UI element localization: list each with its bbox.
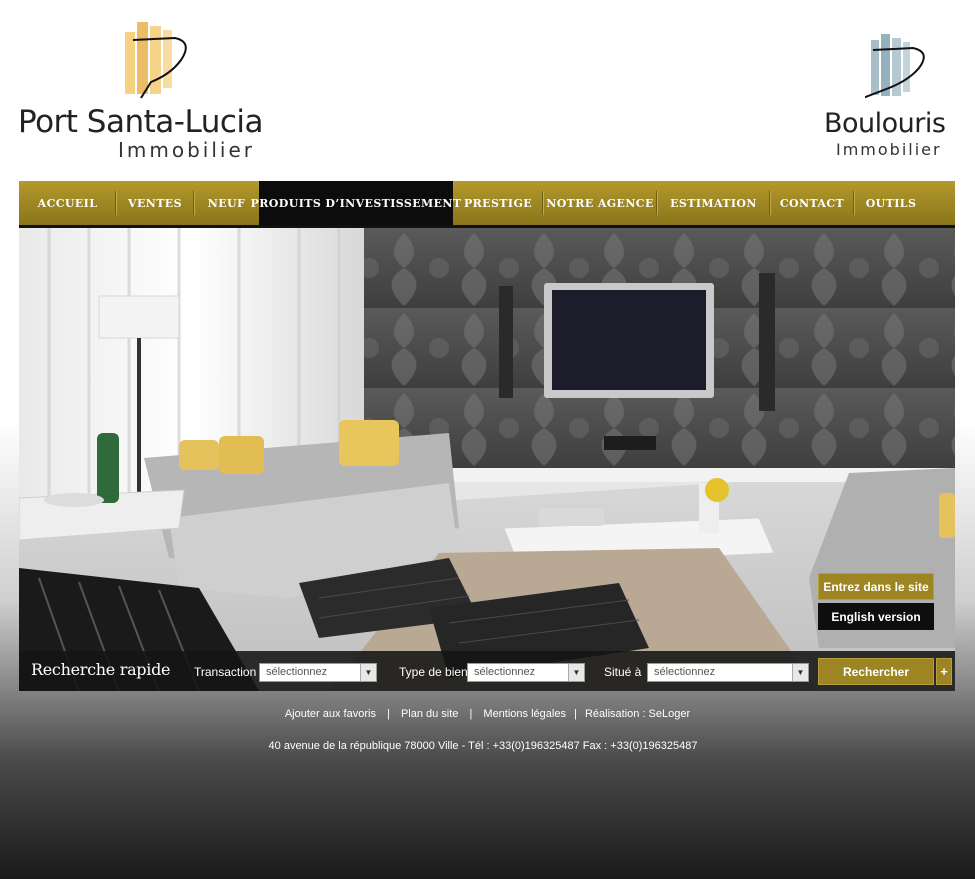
logo-bars-icon [125, 22, 187, 99]
footer-link-favoris[interactable]: Ajouter aux favoris [285, 708, 376, 720]
english-version-button[interactable]: English version [818, 603, 934, 630]
logo-boulouris[interactable]: Boulouris Immobilier [820, 30, 960, 165]
brand-left-title: Port Santa-Lucia [18, 104, 264, 140]
footer-address: 40 avenue de la république 78000 Ville -… [268, 740, 698, 752]
nav-item-ventes[interactable]: VENTES [116, 181, 194, 225]
footer-separator: | [469, 708, 473, 720]
footer-link-mentions-legales[interactable]: Mentions légales [483, 708, 566, 720]
transaction-label: Transaction [194, 665, 257, 679]
location-select-value: sélectionnez [654, 666, 716, 678]
nav-item-prestige[interactable]: PRESTIGE [453, 181, 543, 225]
living-room-illustration [19, 228, 955, 691]
footer-link-plan-du-site[interactable]: Plan du site [401, 708, 458, 720]
nav-item-outils[interactable]: OUTILS [854, 181, 928, 225]
property-type-select-value: sélectionnez [474, 666, 536, 678]
footer-separator: | [574, 708, 577, 720]
nav-item-neuf[interactable]: NEUF [194, 181, 259, 225]
footer-links: Ajouter aux favoris | Plan du site | Men… [0, 708, 975, 720]
nav-item-contact[interactable]: CONTACT [770, 181, 854, 225]
nav-item-notre-agence[interactable]: NOTRE AGENCE [543, 181, 657, 225]
property-type-label: Type de bien [399, 665, 468, 679]
search-button[interactable]: Rechercher [818, 658, 934, 685]
brand-right-subtitle: Immobilier [836, 140, 942, 159]
location-select[interactable]: sélectionnez ▼ [647, 663, 809, 682]
transaction-select[interactable]: sélectionnez ▼ [259, 663, 377, 682]
brand-left-subtitle: Immobilier [118, 138, 255, 162]
location-label: Situé à [604, 665, 642, 679]
quick-search-title: Recherche rapide [31, 660, 171, 679]
quick-search-bar: Recherche rapide Transaction sélectionne… [19, 651, 955, 691]
nav-item-produits-investissement[interactable]: PRODUITS D’INVESTISSEMENT [251, 181, 461, 225]
chevron-down-icon: ▼ [568, 664, 584, 681]
footer-separator: | [387, 708, 390, 720]
advanced-search-button[interactable]: + [936, 658, 952, 685]
footer-link-realisation[interactable]: Réalisation : SeLoger [585, 708, 690, 720]
logo-bars-icon [865, 34, 925, 99]
logo-port-santa-lucia[interactable]: Port Santa-Lucia Immobilier [18, 18, 278, 163]
nav-item-estimation[interactable]: ESTIMATION [657, 181, 770, 225]
hero-image [19, 228, 955, 691]
property-type-select[interactable]: sélectionnez ▼ [467, 663, 585, 682]
brand-right-title: Boulouris [824, 108, 946, 139]
chevron-down-icon: ▼ [792, 664, 808, 681]
main-nav: ACCUEIL VENTES NEUF PRODUITS D’INVESTISS… [19, 181, 955, 228]
nav-item-accueil[interactable]: ACCUEIL [19, 181, 116, 225]
enter-site-button[interactable]: Entrez dans le site [818, 573, 934, 600]
chevron-down-icon: ▼ [360, 664, 376, 681]
transaction-select-value: sélectionnez [266, 666, 328, 678]
